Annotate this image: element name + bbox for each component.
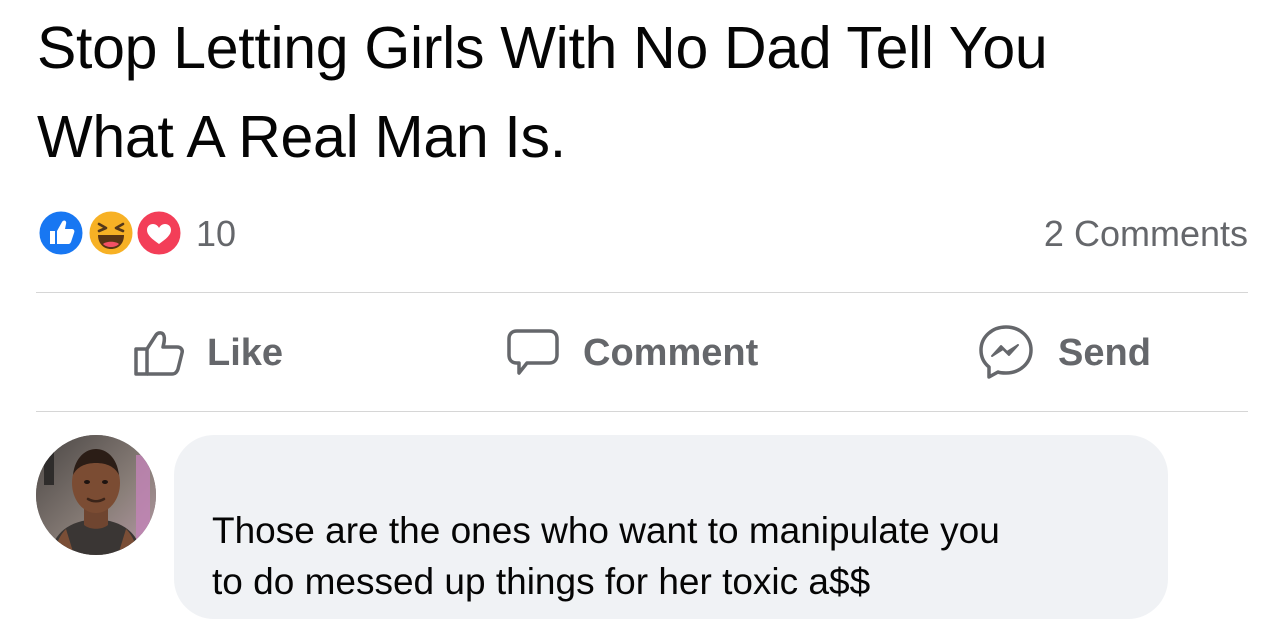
send-label: Send xyxy=(1058,331,1151,374)
haha-reaction-icon xyxy=(86,208,136,258)
thumbs-up-icon xyxy=(134,331,184,376)
reaction-count[interactable]: 10 xyxy=(196,212,236,256)
like-button[interactable]: Like xyxy=(133,294,283,412)
like-label: Like xyxy=(207,331,284,374)
post-actions: Like Comment Send xyxy=(36,294,1248,412)
post-text-line: Stop Letting Girls With No Dad Tell You xyxy=(37,15,1048,81)
messenger-icon xyxy=(979,325,1033,379)
reaction-icons[interactable] xyxy=(36,208,186,258)
avatar[interactable] xyxy=(36,435,156,555)
love-reaction-icon xyxy=(134,208,184,258)
divider xyxy=(36,292,1248,293)
post-text: Stop Letting Girls With No Dad Tell You … xyxy=(37,4,1257,182)
profile-photo xyxy=(36,435,156,555)
comment-label: Comment xyxy=(583,331,759,374)
comment-text: Those are the ones who want to manipulat… xyxy=(212,505,1152,607)
comment-text-line: Those are the ones who want to manipulat… xyxy=(212,510,1000,551)
comment-text-line: to do messed up things for her toxic a$$ xyxy=(212,561,871,602)
post-text-line: What A Real Man Is. xyxy=(37,104,566,170)
comment-bubble[interactable]: Those are the ones who want to manipulat… xyxy=(174,435,1168,619)
comment: Those are the ones who want to manipulat… xyxy=(36,435,1176,619)
comment-bubble-icon xyxy=(507,329,559,375)
like-reaction-icon xyxy=(36,208,86,258)
send-button[interactable]: Send xyxy=(976,294,1151,412)
divider xyxy=(36,411,1248,412)
comments-count-link[interactable]: 2 Comments xyxy=(1044,212,1248,256)
comment-button[interactable]: Comment xyxy=(505,294,758,412)
reactions-summary[interactable]: 10 2 Comments xyxy=(36,206,1248,262)
